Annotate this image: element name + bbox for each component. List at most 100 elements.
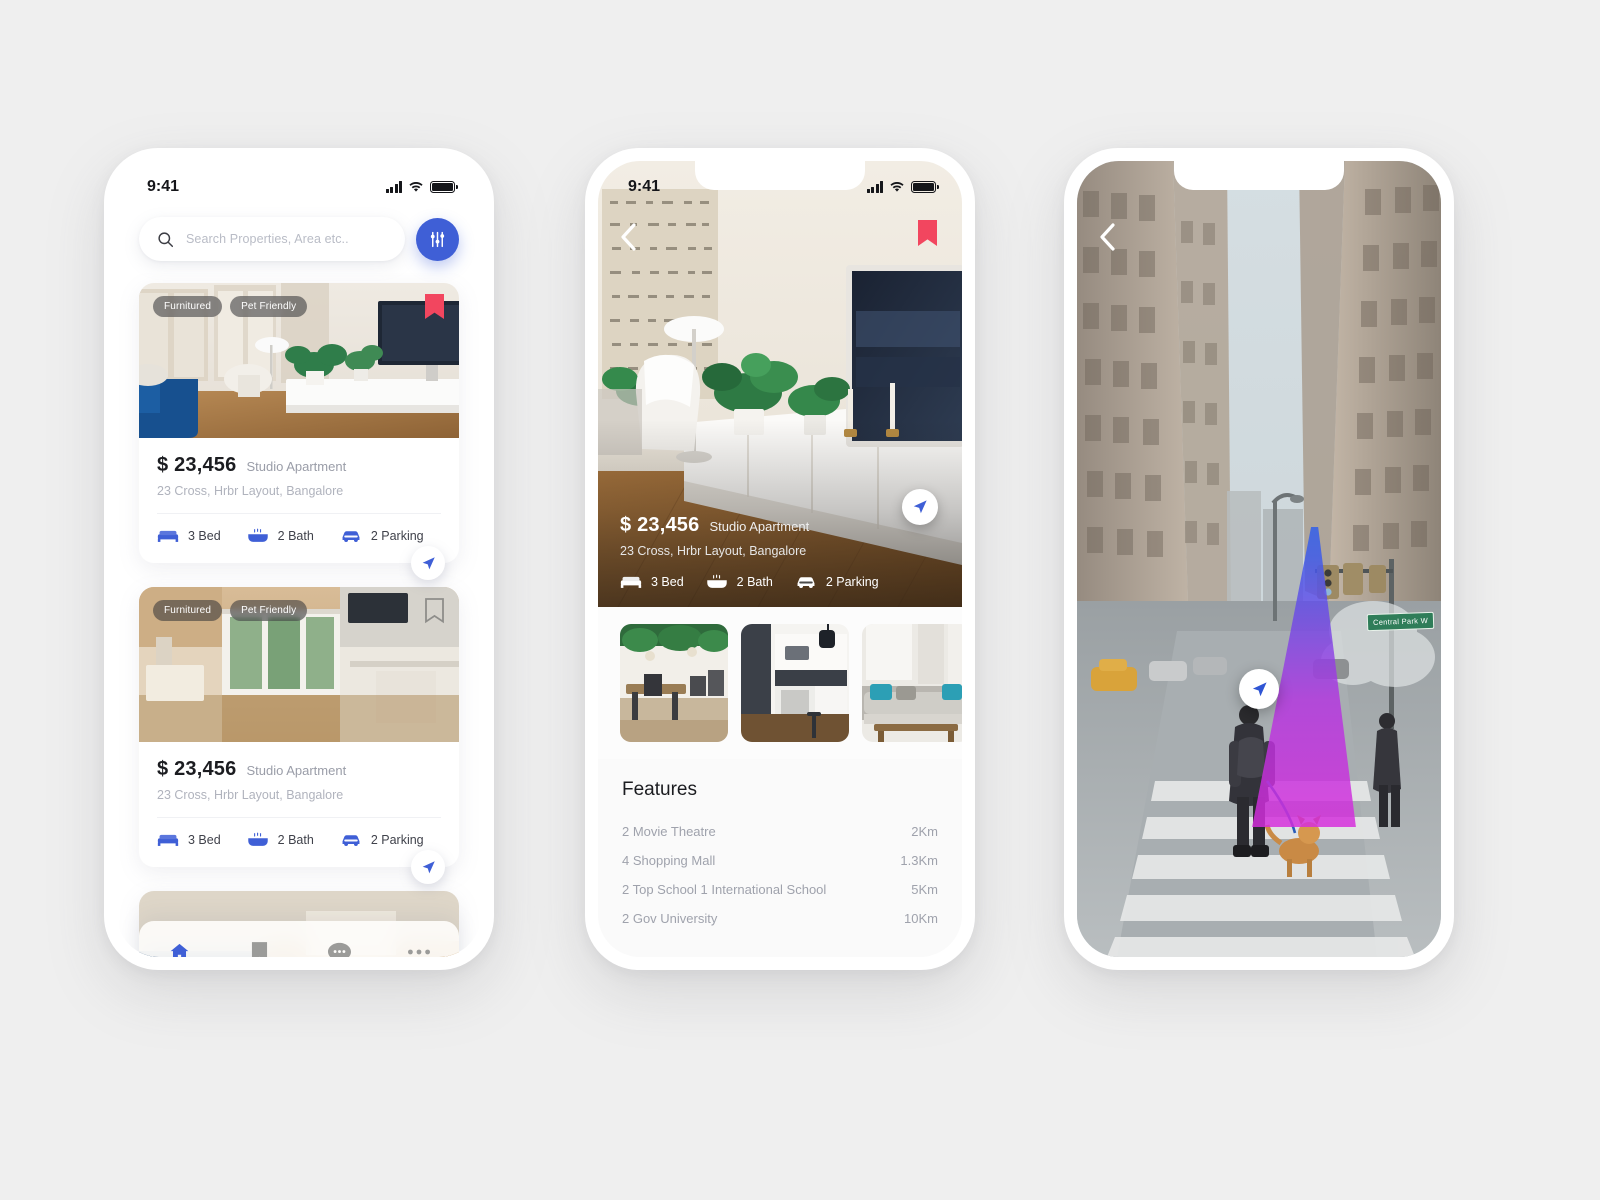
amenity-bed: 3 Bed: [157, 529, 221, 543]
detail-screen: 9:41 $ 23,456 Studio Apartment 23 Cross,…: [598, 161, 962, 957]
back-button[interactable]: [1099, 223, 1116, 251]
property-type: Studio Apartment: [246, 763, 347, 778]
property-type: Studio Apartment: [709, 519, 810, 534]
navigation-arrow-icon: [1252, 681, 1267, 696]
detail-content-sheet: Features 2 Movie Theatre 2Km 4 Shopping …: [598, 759, 962, 957]
amenity-bed: 3 Bed: [620, 575, 684, 589]
search-icon: [158, 231, 174, 247]
ar-camera-view: Central Park W: [1077, 161, 1441, 957]
photo-thumbnail-strip[interactable]: [598, 607, 962, 759]
property-type: Studio Apartment: [246, 459, 347, 474]
cellular-bars-icon: [385, 181, 402, 193]
property-price: $ 23,456: [157, 758, 237, 780]
navigate-button[interactable]: [1239, 669, 1279, 709]
amenity-bed: 3 Bed: [157, 833, 221, 847]
property-price: $ 23,456: [620, 514, 700, 536]
chevron-left-icon: [1100, 223, 1115, 251]
home-icon: [170, 943, 188, 957]
car-icon: [797, 576, 815, 588]
more-ellipsis-icon: [408, 949, 430, 955]
tag-pet-friendly: Pet Friendly: [230, 296, 308, 317]
amenity-bath: 2 Bath: [247, 832, 314, 847]
property-photo: Furnitured Pet Friendly: [139, 587, 459, 742]
property-address: 23 Cross, Hrbr Layout, Bangalore: [620, 544, 807, 558]
amenity-parking-label: 2 Parking: [370, 528, 424, 543]
status-bar-indicators: [385, 181, 458, 193]
locate-property-button[interactable]: [411, 546, 445, 580]
property-card[interactable]: Furnitured Pet Friendly $ 23,456 Studio …: [139, 283, 459, 580]
sidebar-item-saved[interactable]: [236, 929, 282, 957]
dining-room-thumbnail[interactable]: [620, 624, 728, 742]
property-tags: Furnitured Pet Friendly: [153, 296, 308, 317]
feature-distance: 10Km: [904, 911, 938, 926]
status-bar-time: 9:41: [628, 178, 661, 195]
amenity-bed-label: 3 Bed: [651, 574, 684, 589]
amenity-bed-label: 3 Bed: [188, 528, 221, 543]
price-row: $ 23,456 Studio Apartment: [157, 454, 441, 477]
cellular-bars-icon: [866, 181, 883, 193]
property-photo: Furnitured Pet Friendly: [139, 283, 459, 438]
bath-icon: [247, 528, 268, 542]
tag-pet-friendly: Pet Friendly: [230, 600, 308, 621]
bookmark-filled-icon[interactable]: [424, 293, 445, 320]
property-card-list[interactable]: Furnitured Pet Friendly $ 23,456 Studio …: [117, 273, 481, 957]
amenity-parking-label: 2 Parking: [825, 574, 879, 589]
bed-icon: [157, 834, 179, 846]
navigation-arrow-icon: [913, 500, 927, 514]
bookmark-icon: [251, 942, 267, 957]
property-card[interactable]: Furnitured Pet Friendly $ 23,456 Studio …: [139, 587, 459, 884]
feature-row: 2 Gov University 10Km: [622, 904, 938, 933]
amenities-row: 3 Bed 2 Bath 2 Parking: [157, 817, 441, 863]
device-notch: [695, 161, 865, 190]
phone-detail-screen: 9:41 $ 23,456 Studio Apartment 23 Cross,…: [585, 148, 975, 970]
amenity-bath-label: 2 Bath: [277, 528, 314, 543]
search-input[interactable]: Search Properties, Area etc..: [139, 217, 405, 261]
sidebar-item-home[interactable]: [156, 929, 202, 957]
chevron-left-icon: [621, 223, 636, 251]
tag-furnitured: Furnitured: [153, 600, 223, 621]
hero-photo: $ 23,456 Studio Apartment 23 Cross, Hrbr…: [598, 161, 962, 607]
wifi-icon: [890, 182, 904, 192]
feature-name: 2 Gov University: [622, 911, 718, 926]
price-row: $ 23,456 Studio Apartment: [157, 758, 441, 781]
locate-property-button[interactable]: [902, 489, 938, 525]
sidebar-item-more[interactable]: [396, 929, 442, 957]
hero-property-info: $ 23,456 Studio Apartment 23 Cross, Hrbr…: [620, 514, 940, 589]
features-title: Features: [622, 779, 697, 800]
feature-distance: 2Km: [911, 824, 938, 839]
feature-row: 2 Movie Theatre 2Km: [622, 817, 938, 846]
sidebar-item-messages[interactable]: [316, 929, 362, 957]
street-name-sign: Central Park W: [1366, 611, 1435, 632]
amenities-row: 3 Bed 2 Bath 2 Parking: [620, 574, 940, 589]
kitchen-thumbnail[interactable]: [741, 624, 849, 742]
bottom-tab-bar[interactable]: [139, 921, 459, 957]
locate-property-button[interactable]: [411, 850, 445, 884]
bookmark-filled-icon[interactable]: [917, 219, 938, 247]
battery-icon: [430, 181, 458, 193]
filter-sliders-icon: [430, 231, 445, 247]
status-bar-indicators: [866, 181, 939, 193]
feature-name: 2 Movie Theatre: [622, 824, 716, 839]
amenity-parking: 2 Parking: [340, 833, 424, 847]
tag-furnitured: Furnitured: [153, 296, 223, 317]
feature-name: 2 Top School 1 International School: [622, 882, 827, 897]
property-price: $ 23,456: [157, 454, 237, 476]
filter-button[interactable]: [416, 217, 459, 261]
bookmark-outline-icon[interactable]: [424, 597, 445, 624]
back-button[interactable]: [620, 223, 637, 251]
device-notch: [214, 161, 384, 190]
feature-name: 4 Shopping Mall: [622, 853, 716, 868]
chat-icon: [327, 942, 351, 957]
phone-listing-screen: 9:41 Search Properties, Area etc.. Furni…: [104, 148, 494, 970]
mockup-stage: 9:41 Search Properties, Area etc.. Furni…: [0, 0, 1600, 1200]
property-info: $ 23,456 Studio Apartment 23 Cross, Hrbr…: [139, 438, 459, 563]
device-notch: [1174, 161, 1344, 190]
bed-icon: [157, 530, 179, 542]
search-placeholder: Search Properties, Area etc..: [186, 232, 349, 246]
amenity-parking: 2 Parking: [340, 529, 424, 543]
feature-distance: 1.3Km: [900, 853, 938, 868]
property-tags: Furnitured Pet Friendly: [153, 600, 308, 621]
search-row: Search Properties, Area etc..: [117, 217, 481, 261]
navigation-arrow-icon: [422, 860, 435, 873]
living-room-thumbnail[interactable]: [862, 624, 962, 742]
